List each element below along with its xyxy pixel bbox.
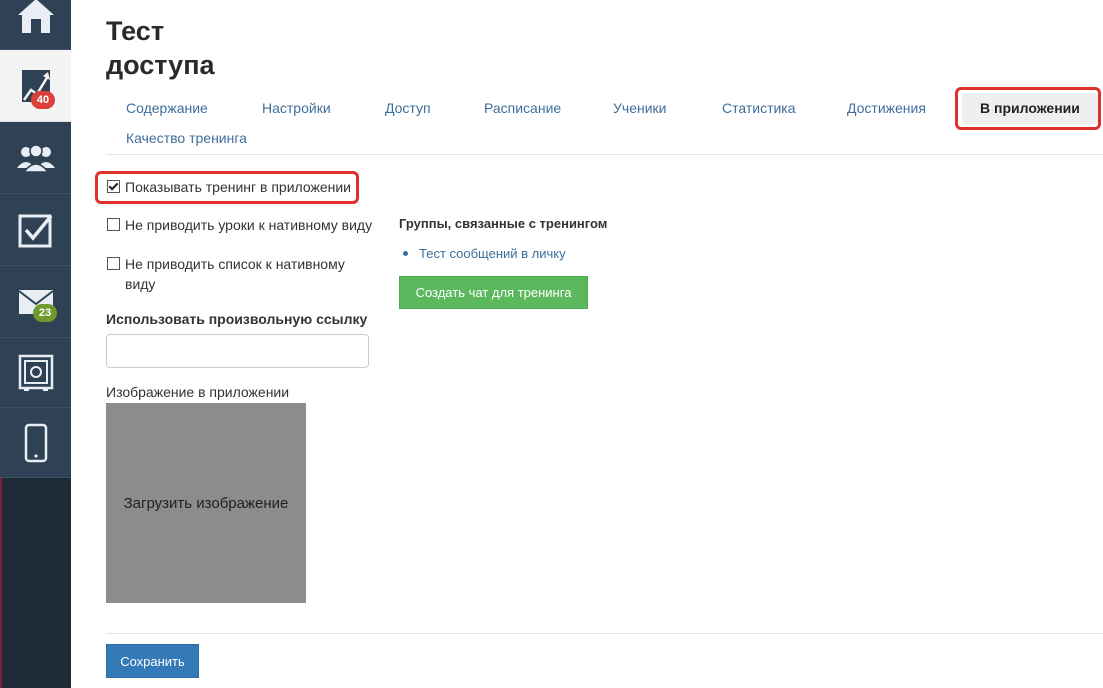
custom-link-input[interactable]	[106, 334, 369, 368]
native-lessons-checkbox[interactable]	[107, 218, 120, 231]
notifications-badge: 40	[31, 91, 55, 109]
tab-schedule[interactable]: Расписание	[484, 100, 561, 116]
groups-title: Группы, связанные с тренингом	[399, 216, 608, 231]
sidebar: 40 23	[0, 0, 71, 688]
sidebar-item-stats[interactable]: 40	[0, 50, 71, 122]
native-lessons-option[interactable]: Не приводить уроки к нативному виду	[107, 215, 372, 235]
upload-image-button[interactable]: Загрузить изображение	[106, 403, 306, 603]
show-in-app-checkbox[interactable]	[107, 180, 120, 193]
show-in-app-label: Показывать тренинг в приложении	[125, 179, 352, 195]
tab-statistics[interactable]: Статистика	[722, 100, 796, 116]
tab-training-quality[interactable]: Качество тренинга	[126, 130, 247, 146]
page-title-line-1: Тест	[106, 16, 165, 46]
sidebar-item-safe[interactable]	[0, 338, 71, 408]
safe-icon	[18, 354, 54, 392]
tab-content[interactable]: Содержание	[126, 100, 208, 116]
home-icon	[16, 0, 56, 35]
sidebar-item-mobile[interactable]	[0, 408, 71, 478]
sidebar-item-tasks[interactable]	[0, 194, 71, 266]
group-list-item[interactable]: Тест сообщений в личку	[403, 246, 566, 261]
native-list-label: Не приводить список к нативному виду	[125, 254, 345, 294]
footer-divider	[106, 633, 1103, 634]
tab-in-app[interactable]: В приложении	[962, 93, 1098, 124]
tab-access[interactable]: Доступ	[385, 100, 431, 116]
native-list-label-line-2: виду	[125, 276, 156, 292]
messages-badge: 23	[33, 304, 57, 322]
native-list-checkbox[interactable]	[107, 257, 120, 270]
create-chat-button[interactable]: Создать чат для тренинга	[399, 276, 588, 309]
tabs-divider	[106, 154, 1103, 155]
bullet-icon	[403, 251, 408, 256]
app-image-label: Изображение в приложении	[106, 384, 290, 400]
page-title: Тест доступа	[106, 14, 346, 82]
save-button[interactable]: Сохранить	[106, 644, 199, 678]
tab-achievements[interactable]: Достижения	[847, 100, 926, 116]
tab-students[interactable]: Ученики	[613, 100, 666, 116]
checkbox-icon	[18, 212, 54, 248]
show-in-app-option[interactable]: Показывать тренинг в приложении	[107, 177, 351, 197]
native-list-option[interactable]: Не приводить список к нативному виду	[107, 254, 345, 294]
sidebar-item-messages[interactable]: 23	[0, 266, 71, 338]
users-icon	[16, 142, 56, 174]
native-lessons-label: Не приводить уроки к нативному виду	[125, 217, 373, 233]
native-list-label-line-1: Не приводить список к нативному	[125, 256, 345, 272]
custom-link-label: Использовать произвольную ссылку	[106, 311, 368, 327]
mobile-icon	[24, 423, 48, 463]
tab-settings[interactable]: Настройки	[262, 100, 331, 116]
page-title-line-2: доступа	[106, 50, 215, 80]
sidebar-item-users[interactable]	[0, 122, 71, 194]
group-link[interactable]: Тест сообщений в личку	[419, 246, 566, 261]
upload-image-label: Загрузить изображение	[123, 494, 289, 512]
sidebar-item-home[interactable]	[0, 0, 71, 50]
